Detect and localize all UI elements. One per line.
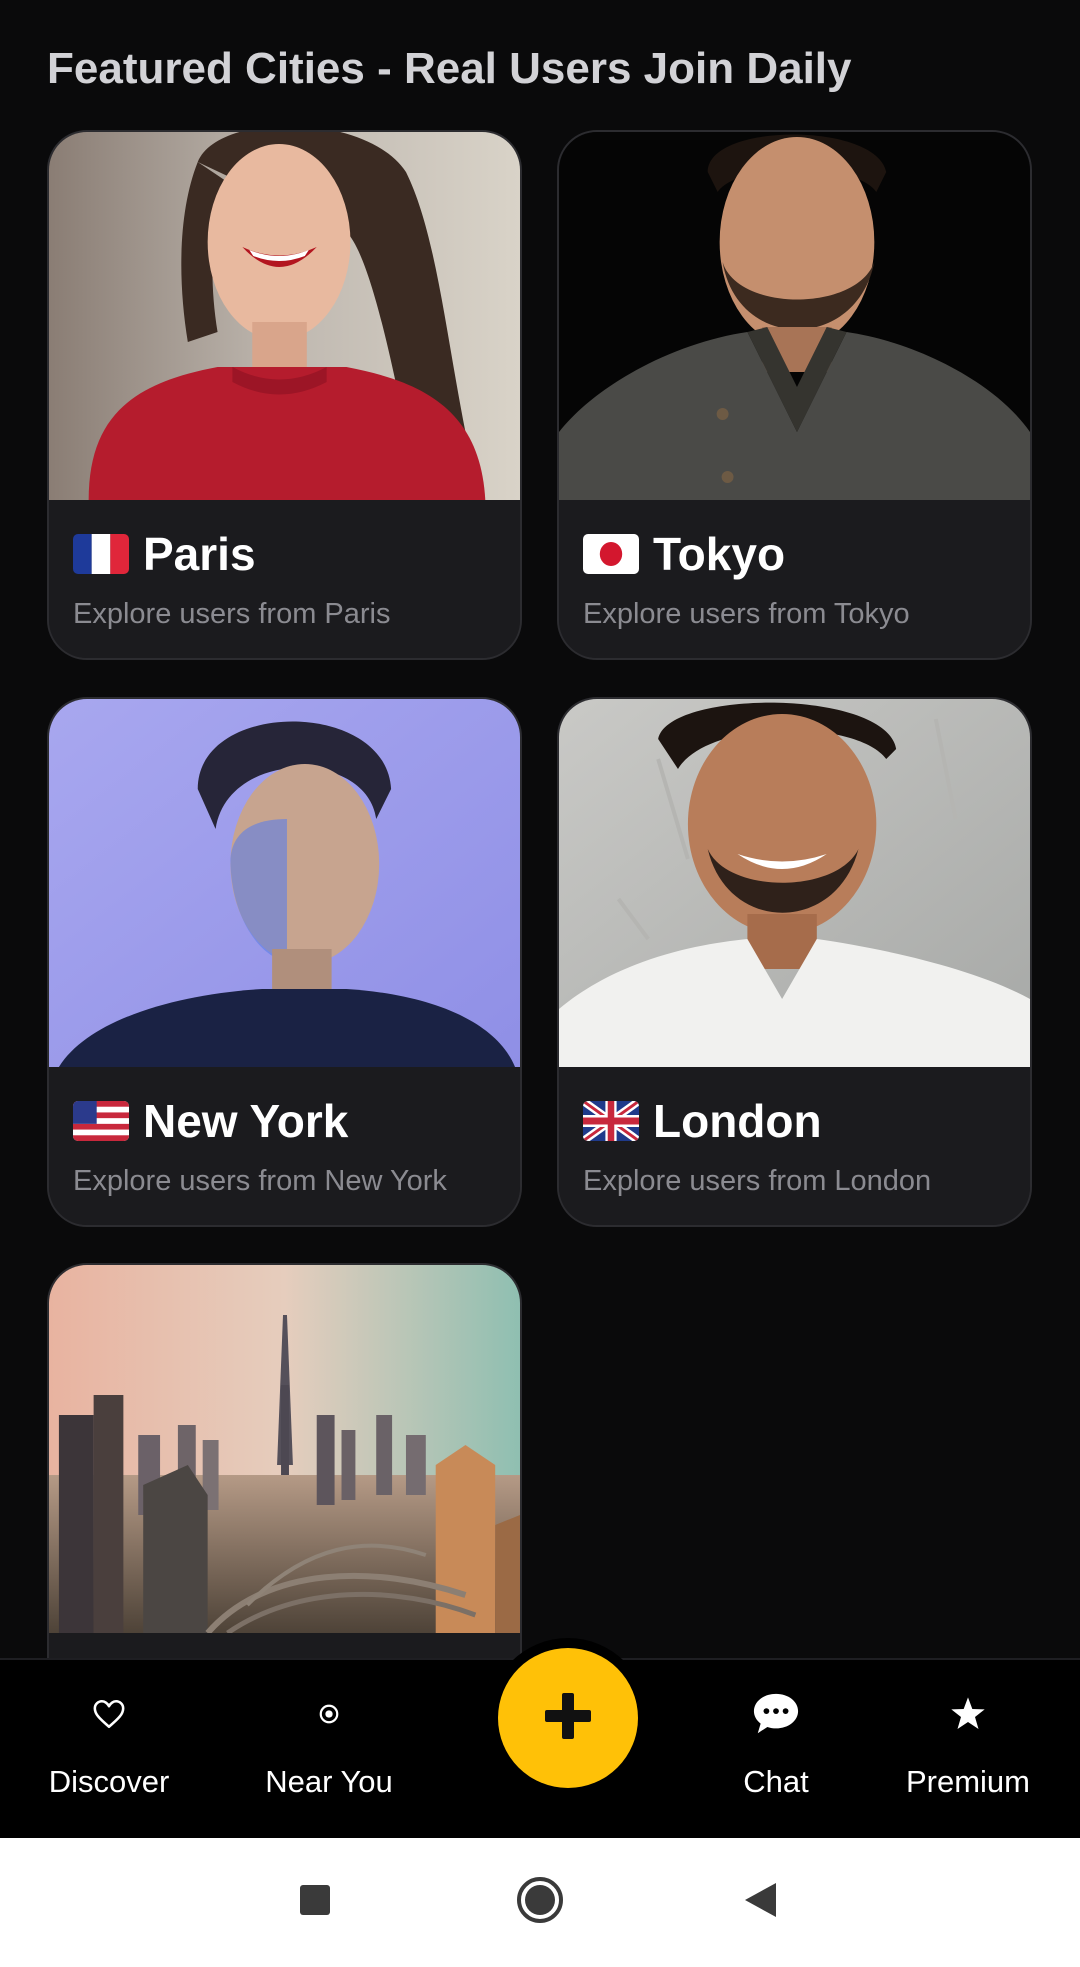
home-circle-icon [515,1875,565,1930]
city-photo-paris [49,132,520,500]
featured-cities-screen: Featured Cities - Real Users Join Daily [0,0,1080,1658]
city-card-london[interactable]: London Explore users from London [557,697,1032,1227]
back-triangle-icon [742,1881,778,1924]
city-title-row: London [583,1093,822,1149]
city-subtitle: Explore users from Paris [73,598,391,630]
city-card-info: London Explore users from London [559,1067,1030,1225]
usa-flag-icon [73,1101,129,1141]
france-flag-icon [73,534,129,574]
back-button[interactable] [728,1870,792,1934]
plus-icon [543,1691,593,1746]
city-card-new-york[interactable]: New York Explore users from New York [47,697,522,1227]
city-name: London [653,1095,822,1147]
add-button[interactable] [498,1648,638,1788]
home-button[interactable] [508,1870,572,1934]
nav-label: Discover [48,1764,170,1799]
city-subtitle: Explore users from Tokyo [583,598,910,630]
city-title-row: Paris [73,526,256,582]
city-card-tokyo[interactable]: Tokyo Explore users from Tokyo [557,130,1032,660]
city-card-info: Tokyo Explore users from Tokyo [559,500,1030,658]
nav-label: Premium [905,1764,1030,1799]
nav-chat[interactable]: Chat [676,1660,876,1840]
city-title-row: New York [73,1093,348,1149]
japan-flag-icon [583,534,639,574]
location-target-icon [305,1690,353,1738]
nav-label: Near You [265,1764,393,1799]
city-subtitle: Explore users from London [583,1165,932,1197]
chat-bubble-icon [752,1690,800,1738]
city-name: New York [143,1095,349,1147]
star-icon [944,1690,992,1738]
city-card-info [49,1633,520,1658]
heart-outline-icon [85,1690,133,1738]
city-photo-skyline [49,1265,520,1633]
nav-discover[interactable]: Discover [9,1660,209,1840]
city-card-info: Paris Explore users from Paris [49,500,520,658]
city-name: Paris [143,528,256,580]
recents-square-icon [298,1883,332,1922]
city-card-paris[interactable]: Paris Explore users from Paris [47,130,522,660]
system-navigation-bar [0,1838,1080,1967]
uk-flag-icon [583,1101,639,1141]
nav-near-you[interactable]: Near You [229,1660,429,1840]
city-card-skyline[interactable] [47,1263,522,1658]
section-title: Featured Cities - Real Users Join Daily [47,44,852,93]
city-subtitle: Explore users from New York [73,1165,447,1197]
nav-premium[interactable]: Premium [868,1660,1068,1840]
city-card-info: New York Explore users from New York [49,1067,520,1225]
recents-button[interactable] [283,1870,347,1934]
city-name: Tokyo [653,528,786,580]
city-photo-tokyo [559,132,1030,500]
nav-label: Chat [743,1764,809,1799]
city-title-row: Tokyo [583,526,785,582]
city-photo-new-york [49,699,520,1067]
city-photo-london [559,699,1030,1067]
